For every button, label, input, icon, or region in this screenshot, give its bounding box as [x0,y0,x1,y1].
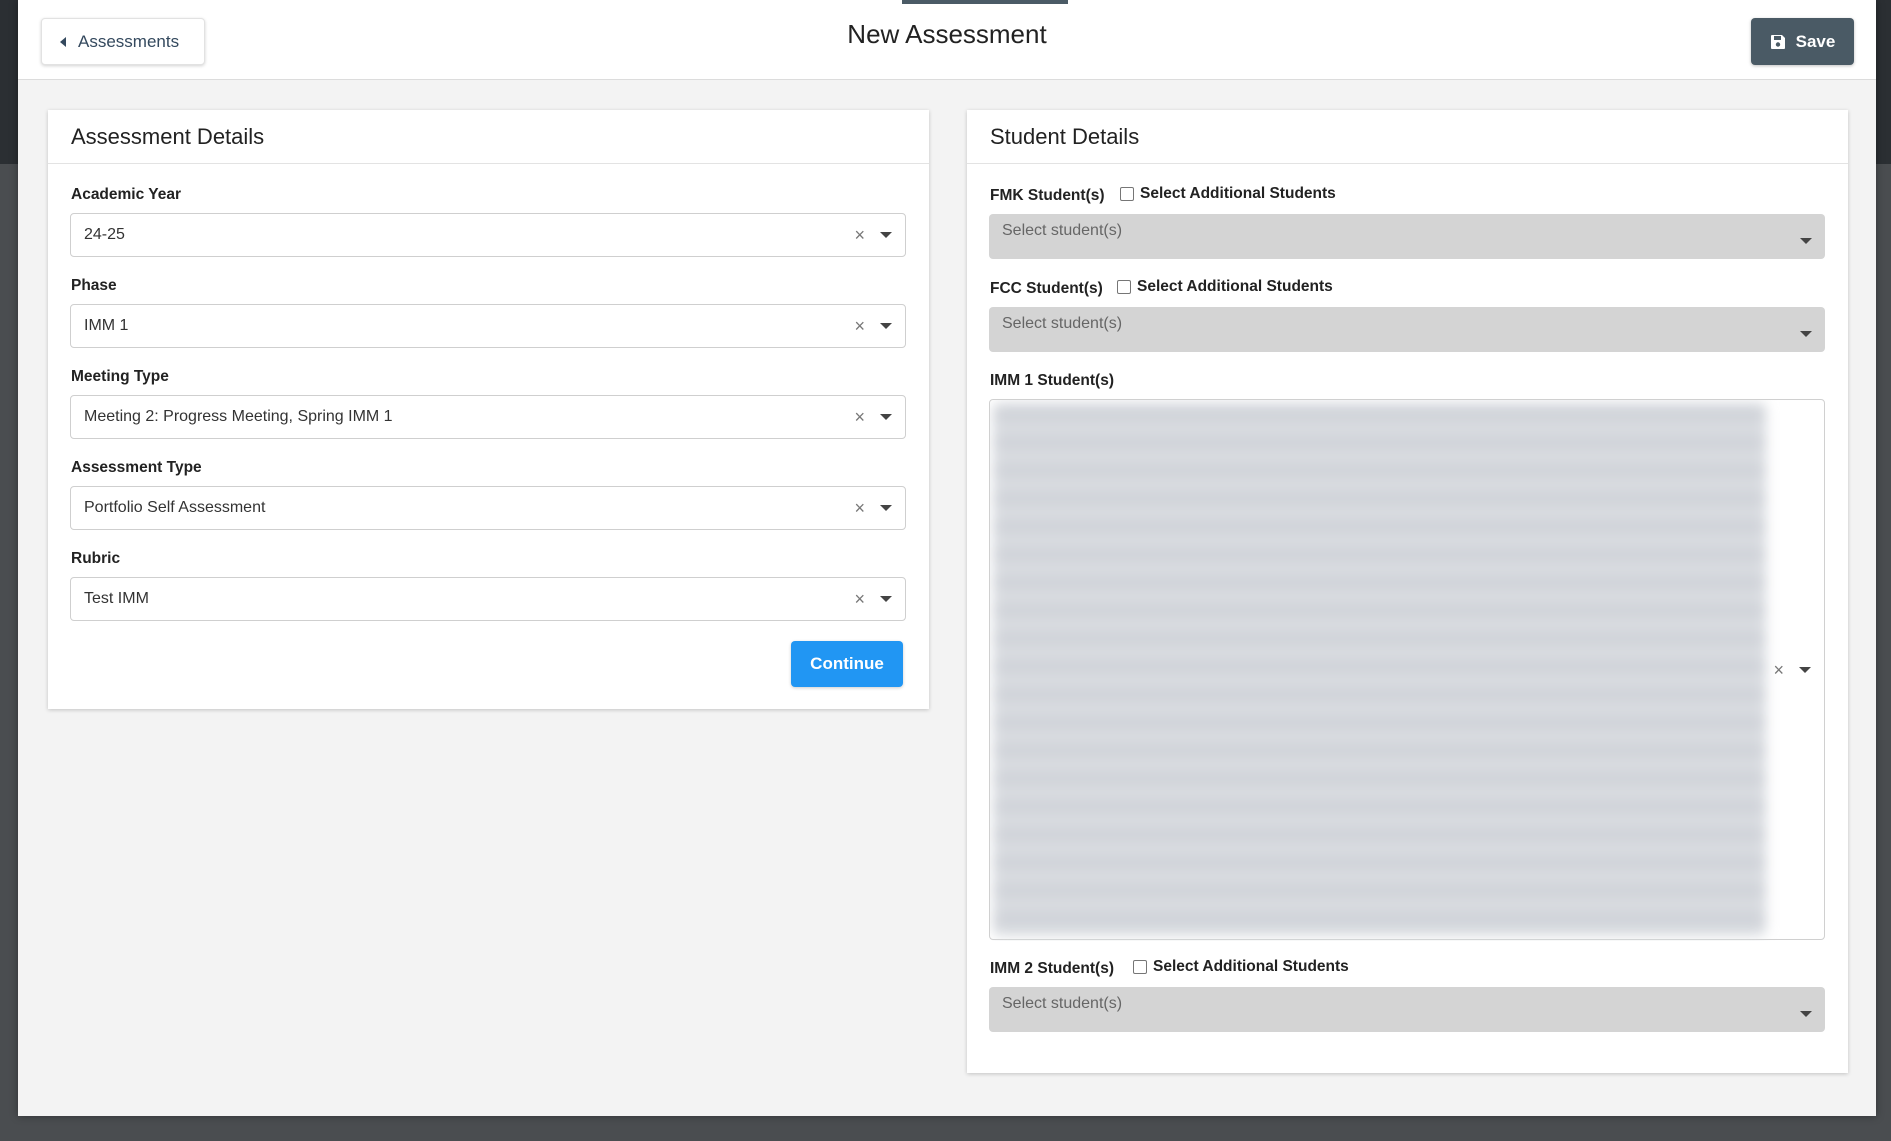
checkbox[interactable] [1133,960,1147,974]
student-details-card: Student Details FMK Student(s) Select Ad… [967,110,1848,1073]
progress-indicator [902,0,1068,4]
floppy-disk-icon [1770,34,1785,49]
chevron-down-icon[interactable] [1800,1011,1812,1017]
chevron-down-icon[interactable] [880,414,892,420]
assessment-type-select[interactable]: Portfolio Self Assessment × [70,486,906,530]
fcc-students-select[interactable]: Select student(s) [989,307,1825,352]
clear-icon[interactable]: × [854,408,865,426]
meeting-type-label: Meeting Type [71,368,169,385]
chevron-down-icon[interactable] [880,596,892,602]
imm2-students-select[interactable]: Select student(s) [989,987,1825,1032]
checkbox[interactable] [1117,280,1131,294]
assessment-details-card: Assessment Details Academic Year 24-25 ×… [48,110,929,709]
phase-select[interactable]: IMM 1 × [70,304,906,348]
assessment-type-label: Assessment Type [71,459,202,476]
continue-button[interactable]: Continue [791,641,903,687]
assessment-details-heading: Assessment Details [48,110,929,164]
clear-icon[interactable]: × [854,226,865,244]
meeting-type-select[interactable]: Meeting 2: Progress Meeting, Spring IMM … [70,395,906,439]
fcc-students-placeholder: Select student(s) [1002,315,1123,332]
academic-year-value: 24-25 [84,226,125,243]
fcc-students-label: FCC Student(s) [990,280,1103,297]
checkbox[interactable] [1120,187,1134,201]
imm1-students-label: IMM 1 Student(s) [990,372,1114,389]
redacted-region [993,403,1766,936]
assessment-type-value: Portfolio Self Assessment [84,499,266,516]
save-button-label: Save [1795,31,1836,51]
imm2-additional-students-checkbox[interactable]: Select Additional Students [1133,958,1349,976]
imm2-students-placeholder: Select student(s) [1002,995,1123,1012]
fmk-students-label: FMK Student(s) [990,187,1105,204]
imm1-students-multiselect[interactable]: × [989,399,1825,940]
phase-value: IMM 1 [84,317,129,334]
app-window: Assessments New Assessment Save Assessme… [18,0,1876,1116]
phase-label: Phase [71,277,117,294]
rubric-label: Rubric [71,550,121,567]
save-button[interactable]: Save [1751,18,1854,65]
meeting-type-value: Meeting 2: Progress Meeting, Spring IMM … [84,408,393,425]
redacted-student-list [990,400,1826,941]
clear-icon[interactable]: × [854,499,865,517]
checkbox-label: Select Additional Students [1153,958,1349,975]
fmk-students-select[interactable]: Select student(s) [989,214,1825,259]
chevron-down-icon[interactable] [880,323,892,329]
rubric-select[interactable]: Test IMM × [70,577,906,621]
chevron-down-icon[interactable] [1800,238,1812,244]
chevron-down-icon[interactable] [880,505,892,511]
chevron-down-icon[interactable] [1800,331,1812,337]
clear-icon[interactable]: × [854,317,865,335]
academic-year-select[interactable]: 24-25 × [70,213,906,257]
imm2-students-label: IMM 2 Student(s) [990,960,1114,977]
checkbox-label: Select Additional Students [1140,185,1336,202]
rubric-value: Test IMM [84,590,149,607]
clear-icon[interactable]: × [854,590,865,608]
student-details-heading: Student Details [967,110,1848,164]
clear-icon[interactable]: × [1773,661,1784,679]
chevron-down-icon[interactable] [880,232,892,238]
page-title: New Assessment [847,19,1047,49]
top-bar: Assessments New Assessment Save [18,0,1876,80]
academic-year-label: Academic Year [71,186,182,203]
chevron-down-icon[interactable] [1799,666,1811,673]
fmk-students-placeholder: Select student(s) [1002,222,1123,239]
fmk-additional-students-checkbox[interactable]: Select Additional Students [1120,185,1336,203]
fcc-additional-students-checkbox[interactable]: Select Additional Students [1117,278,1333,296]
checkbox-label: Select Additional Students [1137,278,1333,295]
